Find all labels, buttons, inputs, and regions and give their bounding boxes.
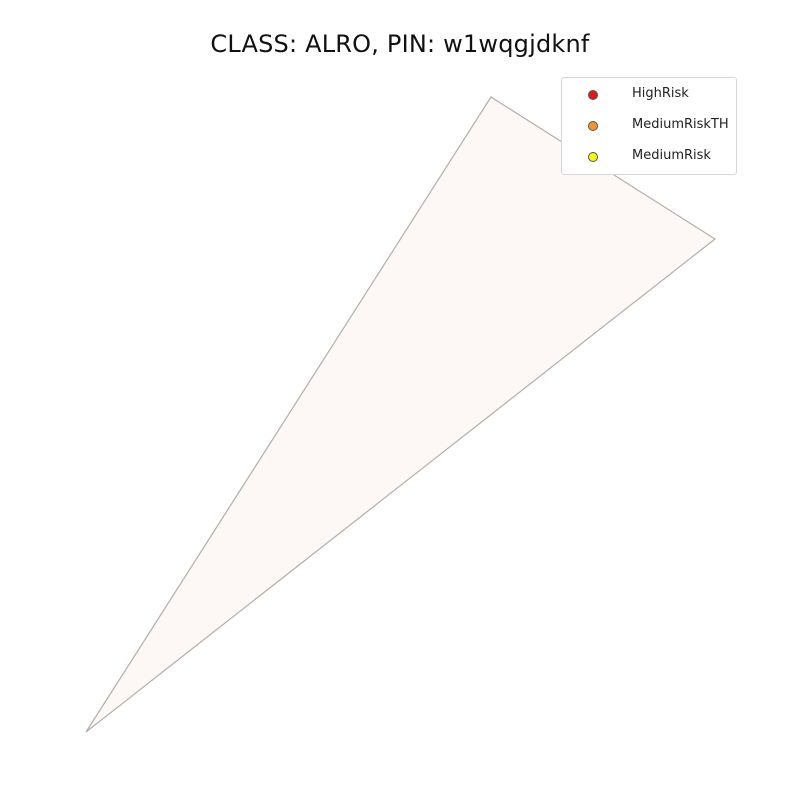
highrisk-marker-icon xyxy=(588,90,598,100)
legend-label-mediumrisk: MediumRisk xyxy=(632,148,711,163)
mediumriskth-marker-icon xyxy=(588,121,598,131)
mediumrisk-marker-icon xyxy=(588,152,598,162)
legend-item-highrisk: HighRisk xyxy=(562,85,738,105)
legend-label-highrisk: HighRisk xyxy=(632,86,689,101)
legend: HighRisk MediumRiskTH MediumRisk xyxy=(561,77,737,175)
legend-item-mediumriskth: MediumRiskTH xyxy=(562,116,738,136)
legend-item-mediumrisk: MediumRisk xyxy=(562,147,738,167)
legend-label-mediumriskth: MediumRiskTH xyxy=(632,117,729,132)
parcel-polygon xyxy=(85,96,717,733)
